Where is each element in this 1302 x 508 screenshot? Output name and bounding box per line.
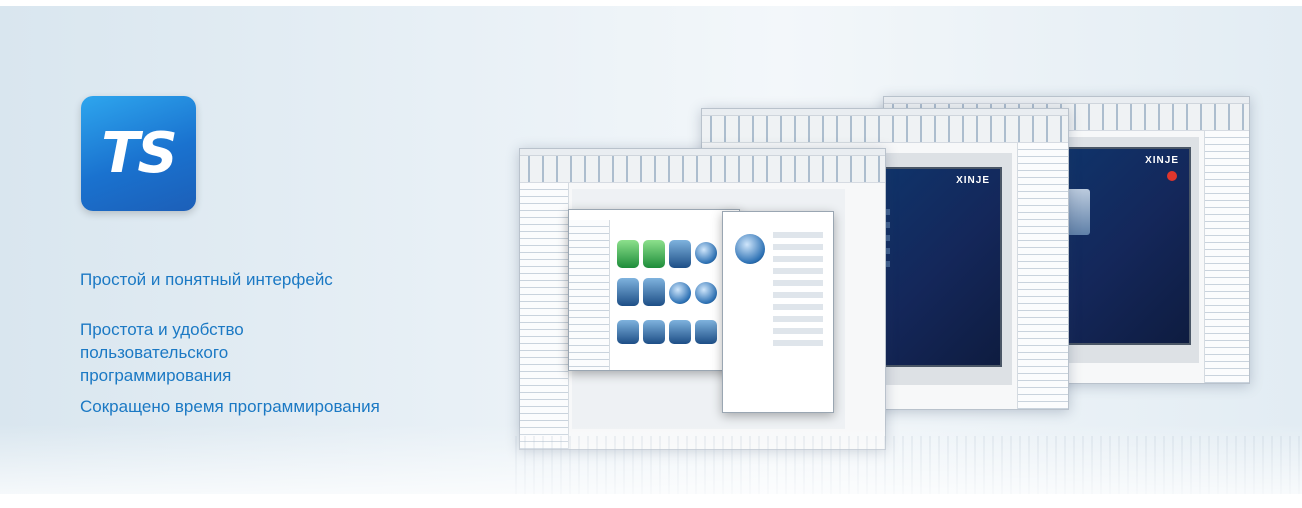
preview-button-graphic (735, 234, 765, 264)
screenshot-reflection (515, 436, 1302, 494)
ts-logo: TS (81, 96, 196, 211)
feature-time: Сокращено время программирования (80, 397, 380, 416)
hmi-brand: XINJE (956, 175, 990, 186)
status-lamp-red (1167, 171, 1177, 181)
feature-programming: Простота и удобство пользовательского пр… (80, 320, 244, 385)
window-titlebar (884, 97, 1249, 104)
property-fields (773, 232, 823, 352)
blue-button-graphic (643, 278, 665, 306)
hmi-brand: XINJE (1145, 155, 1179, 166)
blue-button-graphic (617, 278, 639, 306)
square-button-graphic (695, 320, 717, 344)
variable-panel (1017, 143, 1068, 409)
green-button-graphic (643, 240, 665, 268)
blue-button-graphic (669, 240, 691, 268)
window-titlebar (702, 109, 1068, 116)
logo-text: TS (101, 121, 178, 186)
square-button-graphic (617, 320, 639, 344)
round-button-graphic (695, 242, 717, 264)
properties-dialog (722, 211, 834, 413)
square-button-graphic (643, 320, 665, 344)
library-tree (569, 220, 610, 370)
feature-interface: Простой и понятный интерфейс (80, 270, 333, 289)
promo-banner: TS Простой и понятный интерфейс Простота… (0, 6, 1302, 494)
variable-panel (1204, 131, 1249, 383)
green-button-graphic (617, 240, 639, 268)
round-button-graphic (695, 282, 717, 304)
editor-window-front (519, 148, 886, 450)
toolbar-ribbon (520, 156, 885, 183)
round-button-graphic (669, 282, 691, 304)
window-titlebar (520, 149, 885, 156)
software-screenshots: XINJE XINJE (515, 92, 1302, 472)
square-button-graphic (669, 320, 691, 344)
control-library-dialog (568, 209, 740, 371)
project-tree (520, 183, 569, 449)
toolbar-ribbon (702, 116, 1068, 143)
